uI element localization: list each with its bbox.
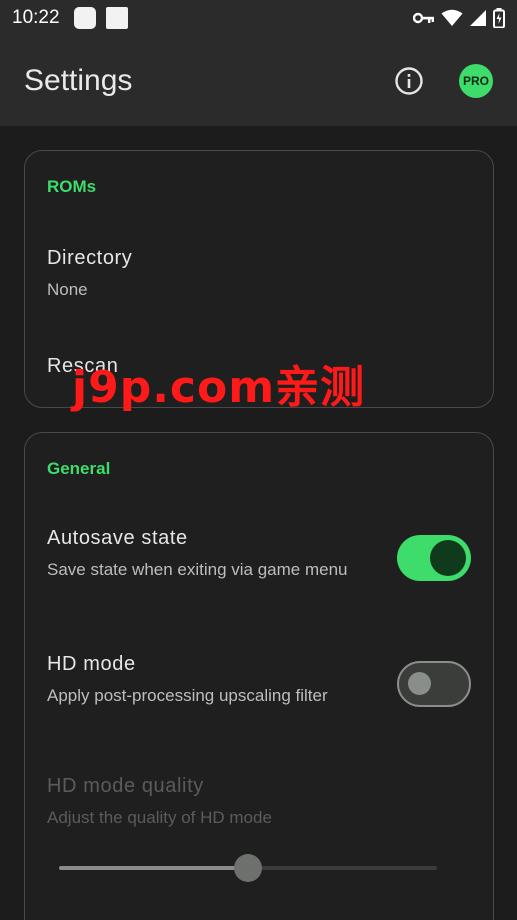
hd-quality-title: HD mode quality xyxy=(47,775,204,797)
notification-icon xyxy=(105,7,128,29)
app-bar-actions: PRO xyxy=(393,64,493,98)
vpn-key-icon xyxy=(413,12,434,24)
autosave-preference[interactable]: Autosave state Save state when exiting v… xyxy=(47,527,367,584)
wifi-icon xyxy=(441,9,463,26)
section-title-general: General xyxy=(47,459,111,478)
slider-fill xyxy=(59,866,248,870)
hd-mode-summary: Apply post-processing upscaling filter xyxy=(47,686,328,705)
autosave-title: Autosave state xyxy=(47,527,188,549)
status-icons xyxy=(413,8,505,28)
directory-value: None xyxy=(47,280,88,299)
battery-icon xyxy=(493,8,505,28)
signal-icon xyxy=(470,10,486,26)
page-title: Settings xyxy=(24,64,133,97)
toggle-knob xyxy=(408,672,431,695)
info-button[interactable] xyxy=(393,65,425,97)
hd-quality-slider xyxy=(59,853,437,883)
settings-list[interactable]: ROMs Directory None Rescan General Autos… xyxy=(0,126,517,920)
section-title-roms: ROMs xyxy=(47,177,97,196)
directory-preference[interactable]: Directory None xyxy=(47,247,367,304)
autosave-toggle[interactable] xyxy=(397,535,471,581)
slider-thumb xyxy=(234,854,262,882)
info-icon xyxy=(395,67,423,95)
hd-mode-toggle[interactable] xyxy=(397,661,471,707)
notification-icon xyxy=(73,7,96,29)
general-section: General Autosave state Save state when e… xyxy=(24,432,494,920)
hd-mode-preference[interactable]: HD mode Apply post-processing upscaling … xyxy=(47,653,367,710)
pro-button[interactable]: PRO xyxy=(459,64,493,98)
hd-quality-preference: HD mode quality Adjust the quality of HD… xyxy=(47,775,367,832)
hd-quality-summary: Adjust the quality of HD mode xyxy=(47,808,272,827)
hd-mode-title: HD mode xyxy=(47,653,136,675)
app-bar: Settings PRO xyxy=(0,36,517,126)
autosave-summary: Save state when exiting via game menu xyxy=(47,560,348,579)
toggle-knob xyxy=(430,540,466,576)
watermark-text: j9p.com亲测 xyxy=(72,362,366,413)
directory-title: Directory xyxy=(47,247,133,269)
status-time: 10:22 xyxy=(12,7,60,28)
status-bar: 10:22 xyxy=(0,0,517,36)
